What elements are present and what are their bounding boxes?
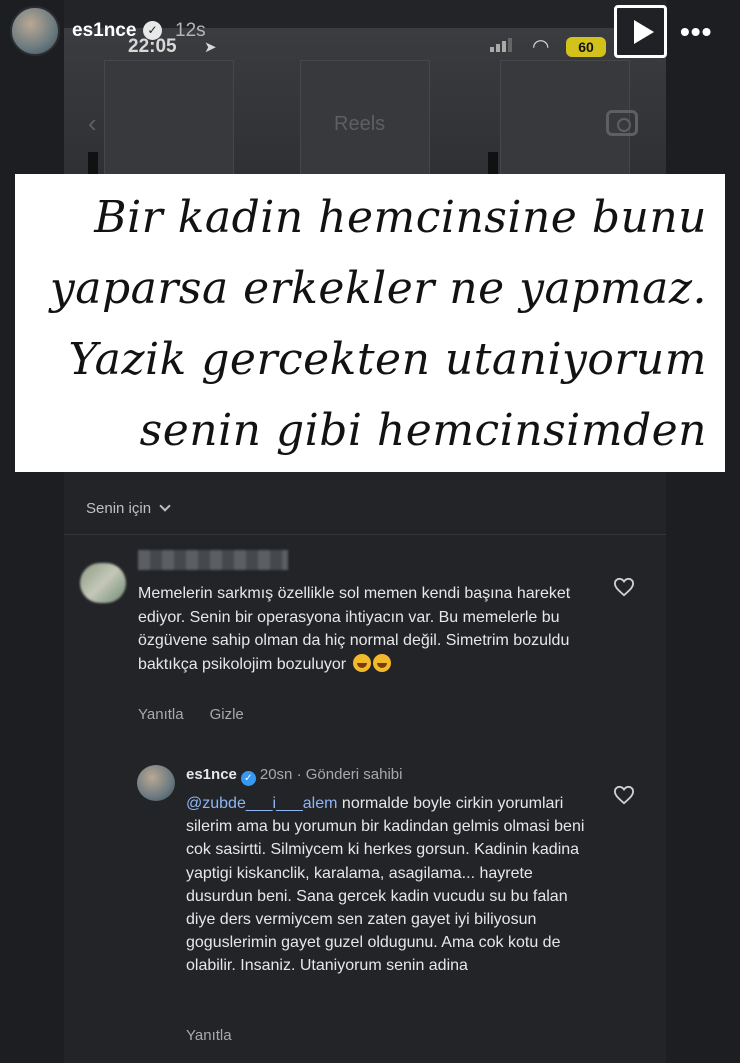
comment-actions: Yanıtla Gizle xyxy=(138,706,270,723)
wifi-icon: ◠ xyxy=(532,36,550,58)
avatar[interactable] xyxy=(137,765,175,801)
reply-time: 20sn xyxy=(259,766,293,783)
reply-header: es1nce ✓ 20sn · Gönderi sahibi xyxy=(186,766,402,786)
battery-indicator: 60 xyxy=(566,37,606,57)
reply-button[interactable]: Yanıtla xyxy=(186,1027,232,1044)
status-bar-clock: 22:05 xyxy=(128,36,177,57)
chevron-down-icon xyxy=(159,500,171,512)
quote-line: yaparsa erkekler ne yapmaz. xyxy=(49,263,707,314)
quote-line: Bir kadin hemcinsine bunu xyxy=(94,192,707,243)
comments-filter-label: Senin için xyxy=(86,500,152,517)
background-title: Reels xyxy=(334,113,386,135)
story-viewer: ‹ Reels es1nce ✓ 12s 22:05 ➤ ◠ 60 ••• Bi… xyxy=(0,0,740,1063)
mention-link[interactable]: @zubde___i___alem xyxy=(186,795,337,812)
comment-text: Memelerin sarkmış özellikle sol memen ke… xyxy=(138,582,578,676)
reply-text: @zubde___i___alem normalde boyle cirkin … xyxy=(186,792,596,978)
signal-icon xyxy=(490,38,512,52)
background-camera-icon xyxy=(606,110,638,136)
background-cabinet xyxy=(104,60,234,178)
story-username[interactable]: es1nce xyxy=(72,20,136,42)
story-posted-time: 12s xyxy=(175,20,206,41)
background-handle xyxy=(488,152,498,174)
story-text-overlay: Bir kadin hemcinsine bunu yaparsa erkekl… xyxy=(15,174,725,472)
laughing-emoji-icon xyxy=(372,653,391,672)
blurred-avatar xyxy=(80,563,126,603)
quote-line: senin gibi hemcinsimden xyxy=(139,405,707,456)
reply-username[interactable]: es1nce xyxy=(186,766,237,783)
play-icon[interactable] xyxy=(614,5,667,58)
background-back-icon: ‹ xyxy=(88,108,97,138)
comments-filter[interactable]: Senin için xyxy=(86,500,171,517)
verified-badge-icon: ✓ xyxy=(240,771,256,786)
more-options-icon[interactable]: ••• xyxy=(680,16,712,48)
hide-button[interactable]: Gizle xyxy=(210,706,244,723)
reply-body: normalde boyle cirkin yorumlari silerim … xyxy=(186,795,585,975)
meta-separator: · xyxy=(296,766,302,783)
like-heart-icon[interactable] xyxy=(613,577,635,597)
background-handle xyxy=(88,152,98,174)
laughing-emoji-icon xyxy=(352,653,371,672)
quote-line: Yazik gercekten utaniyorum xyxy=(68,334,707,385)
divider xyxy=(64,534,666,535)
owner-label: Gönderi sahibi xyxy=(305,766,403,783)
avatar[interactable] xyxy=(10,6,60,56)
like-heart-icon[interactable] xyxy=(613,785,635,805)
location-arrow-icon: ➤ xyxy=(204,39,217,56)
blurred-username xyxy=(138,550,288,570)
story-header: es1nce ✓ 12s 22:05 ➤ ◠ 60 ••• xyxy=(0,0,740,64)
reply-button[interactable]: Yanıtla xyxy=(138,706,184,723)
